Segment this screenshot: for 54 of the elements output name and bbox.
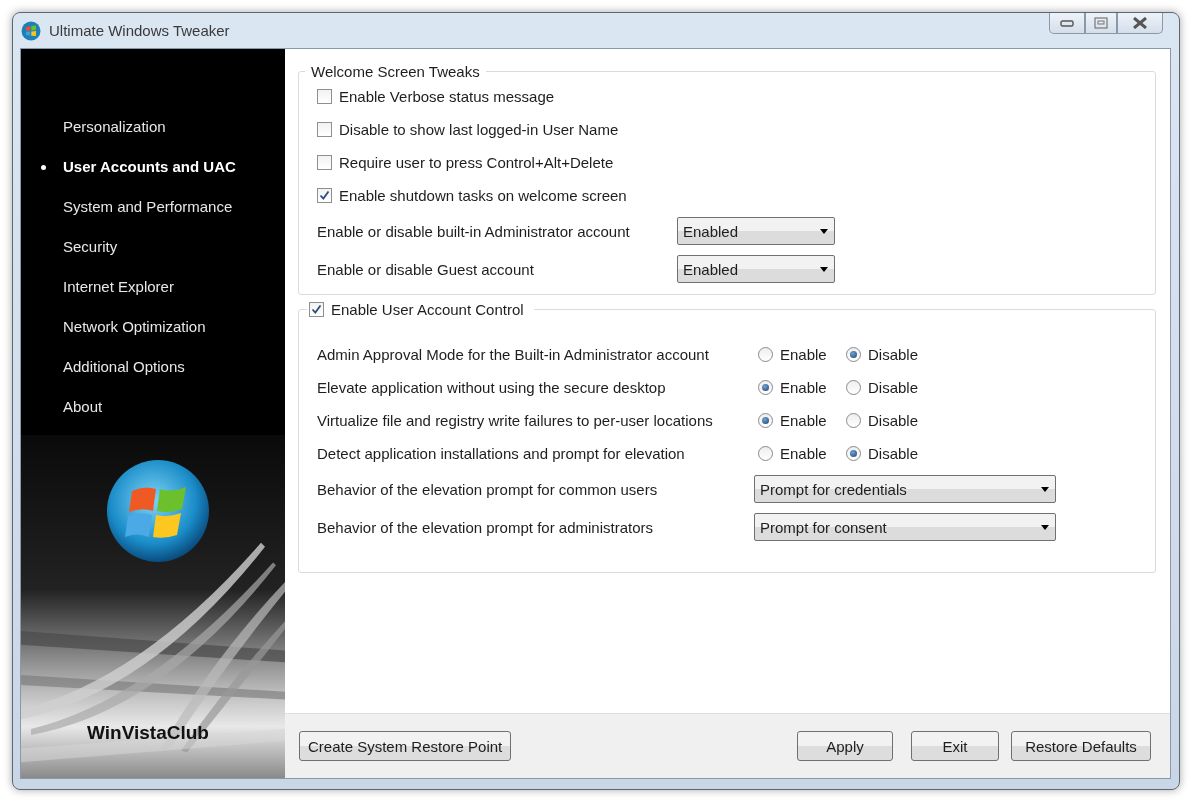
checkmark-icon [311,304,322,315]
field-label: Enable or disable built-in Administrator account [317,222,631,240]
sidebar-item[interactable]: Internet Explorer [21,275,285,315]
radio-option[interactable]: Enable [758,412,846,429]
footer-button[interactable]: Apply [797,731,893,761]
close-button[interactable] [1117,13,1163,34]
field-label: Enable or disable Guest account [317,260,535,278]
sidebar-item[interactable]: Additional Options [21,355,285,395]
sidebar-item[interactable]: Security [21,235,285,275]
caret-icon [1041,524,1049,530]
close-icon [1132,17,1148,29]
dropdown[interactable]: Enabled [677,217,835,245]
window-title: Ultimate Windows Tweaker [49,22,230,39]
option-label: Admin Approval Mode for the Built-in Administrator account [317,346,710,363]
dropdown[interactable]: Enabled [677,255,835,283]
checkmark-icon [319,190,330,201]
radio-option[interactable]: Enable [758,445,846,462]
sidebar-item[interactable]: About [21,395,285,435]
brand-name: WinVistaClub [87,722,209,744]
radio-option[interactable]: Disable [846,346,934,363]
maximize-button[interactable] [1085,13,1117,34]
minimize-button[interactable] [1049,13,1085,34]
checkbox-option[interactable]: Disable to show last logged-in User Name [317,113,1155,146]
option-label: Elevate application without using the secure desktop [317,379,667,396]
maximize-icon [1094,17,1108,29]
checkbox-option[interactable]: Enable Verbose status message [317,80,1155,113]
radio-option[interactable]: Enable [758,379,846,396]
checkbox-option[interactable]: Require user to press Control+Alt+Delete [317,146,1155,179]
radio-option[interactable]: Disable [846,412,934,429]
sidebar-item[interactable]: User Accounts and UAC [21,155,285,195]
caret-icon [820,266,828,272]
footer-button[interactable]: Exit [911,731,999,761]
footer-button[interactable]: Restore Defaults [1011,731,1151,761]
caret-icon [1041,486,1049,492]
caret-icon [820,228,828,234]
radio-option[interactable]: Enable [758,346,846,363]
sidebar-item[interactable]: Personalization [21,115,285,155]
group-title: Welcome Screen Tweaks [310,63,481,80]
checkbox-option[interactable]: Enable shutdown tasks on welcome screen [317,179,1155,212]
field-label: Behavior of the elevation prompt for common users [317,480,659,498]
checkbox-option[interactable]: Enable User Account Control [309,301,524,318]
field-label: Behavior of the elevation prompt for administrators [317,518,654,536]
dropdown[interactable]: Prompt for credentials [754,475,1056,503]
windows-logo-icon [106,459,210,563]
sidebar-item[interactable]: System and Performance [21,195,285,235]
window-orb-icon [21,20,41,41]
radio-option[interactable]: Disable [846,445,934,462]
minimize-icon [1060,19,1074,27]
option-label: Virtualize file and registry write failures to per-user locations [317,412,714,429]
radio-option[interactable]: Disable [846,379,934,396]
dropdown[interactable]: Prompt for consent [754,513,1056,541]
option-label: Detect application installations and prompt for elevation [317,445,686,462]
sidebar-item[interactable]: Network Optimization [21,315,285,355]
restore-point-button[interactable]: Create System Restore Point [299,731,512,761]
